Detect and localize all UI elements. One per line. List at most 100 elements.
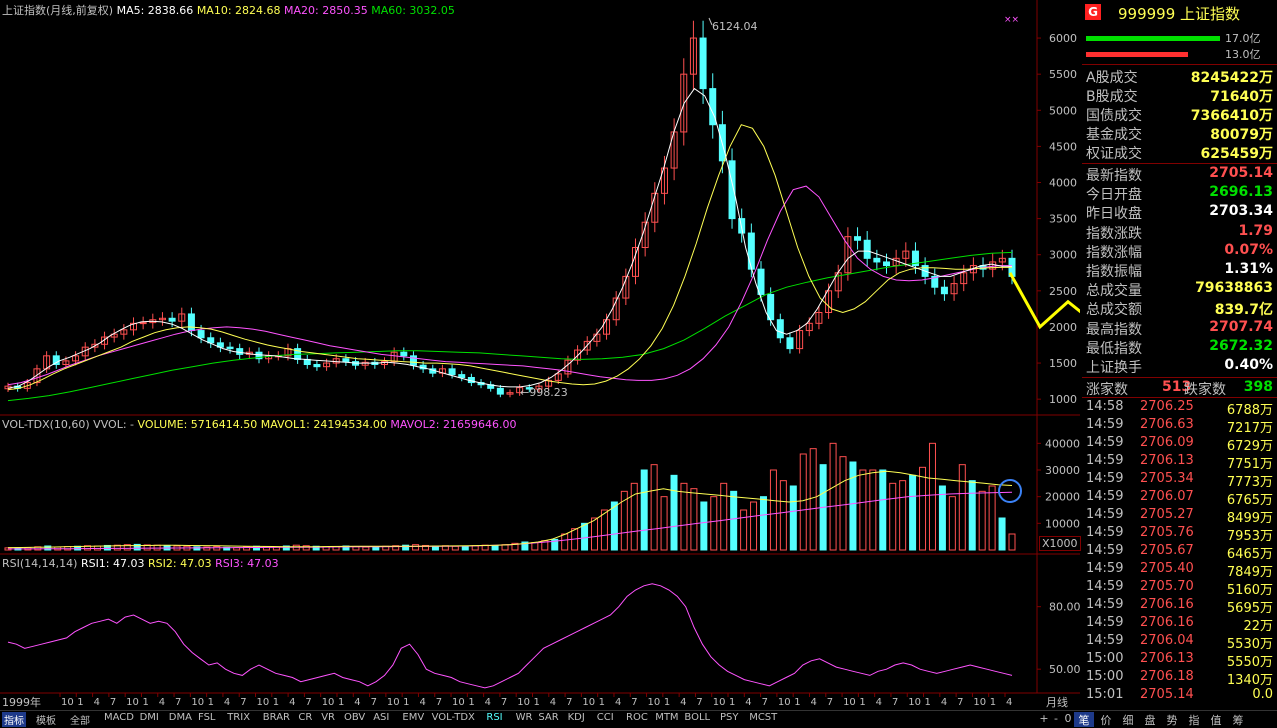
candle-body[interactable] <box>187 313 195 332</box>
panel-tab-2[interactable]: 0 <box>1062 712 1074 727</box>
indicator-tab-emv[interactable]: EMV <box>402 712 424 727</box>
volume-bar[interactable] <box>928 442 936 551</box>
stock-logo-icon[interactable]: G <box>1085 4 1101 20</box>
indicator-tab-fsl[interactable]: FSL <box>198 712 216 727</box>
indicator-tab-macd[interactable]: MACD <box>104 712 134 727</box>
candle-body[interactable] <box>863 239 871 259</box>
tick-row[interactable]: 15:01 2705.14 0.0 <box>1082 687 1277 705</box>
tick-row[interactable]: 14:59 2705.70 5160万 <box>1082 579 1277 598</box>
volume-bar[interactable] <box>988 485 996 551</box>
volume-bar[interactable] <box>660 496 668 551</box>
tick-row[interactable]: 14:59 2706.07 6765万 <box>1082 489 1277 508</box>
tick-row[interactable]: 15:00 2706.18 1340万 <box>1082 669 1277 688</box>
candle-body[interactable] <box>139 322 147 325</box>
volume-bar[interactable] <box>859 469 867 551</box>
volume-bar[interactable] <box>700 501 708 551</box>
candle-body[interactable] <box>940 286 948 295</box>
indicator-tab-cci[interactable]: CCI <box>597 712 614 727</box>
panel-tab-5[interactable]: 细 <box>1118 712 1138 727</box>
volume-bar[interactable] <box>938 485 946 551</box>
volume-bar[interactable] <box>581 522 589 551</box>
indicator-tab-rsi[interactable]: RSI <box>486 712 502 727</box>
volume-bar[interactable] <box>710 496 718 551</box>
indicator-tab-vol-tdx[interactable]: VOL-TDX <box>432 712 475 727</box>
candle-body[interactable] <box>883 261 890 267</box>
volume-bar[interactable] <box>740 509 748 551</box>
volume-bar[interactable] <box>720 482 728 551</box>
indicator-tab-boll[interactable]: BOLL <box>684 712 710 727</box>
tick-row[interactable]: 14:59 2705.40 7849万 <box>1082 561 1277 580</box>
volume-bar[interactable] <box>461 546 469 551</box>
panel-tab-7[interactable]: 势 <box>1162 712 1182 727</box>
tick-row[interactable]: 14:59 2706.16 22万 <box>1082 615 1277 634</box>
candle-body[interactable] <box>854 236 862 241</box>
volume-bar[interactable] <box>779 480 787 551</box>
volume-bar[interactable] <box>690 488 698 551</box>
panel-tab-8[interactable]: 指 <box>1184 712 1204 727</box>
indicator-tab-指标[interactable]: 指标 <box>2 712 26 727</box>
indicator-tab-模板[interactable]: 模板 <box>36 712 56 727</box>
candle-body[interactable] <box>197 330 205 339</box>
volume-bar[interactable] <box>978 490 986 551</box>
candle-body[interactable] <box>709 88 717 126</box>
panel-tab-6[interactable]: 盘 <box>1140 712 1160 727</box>
panel-tab-0[interactable]: + <box>1038 712 1050 727</box>
indicator-tab-dmi[interactable]: DMI <box>140 712 159 727</box>
volume-bar[interactable] <box>1008 533 1016 551</box>
indicator-tab-wr[interactable]: WR <box>516 712 533 727</box>
indicator-tab-kdj[interactable]: KDJ <box>568 712 585 727</box>
indicator-tab-mcst[interactable]: MCST <box>749 712 777 727</box>
volume-bar[interactable] <box>948 496 956 551</box>
tick-row[interactable]: 14:59 2706.13 7751万 <box>1082 453 1277 472</box>
tick-row[interactable]: 14:59 2705.34 7773万 <box>1082 471 1277 490</box>
panel-tab-9[interactable]: 值 <box>1206 712 1226 727</box>
volume-bar[interactable] <box>750 501 758 551</box>
indicator-tab-vr[interactable]: VR <box>321 712 335 727</box>
indicator-tab-psy[interactable]: PSY <box>720 712 739 727</box>
candle-body[interactable] <box>236 348 244 355</box>
volume-bar[interactable] <box>799 453 807 551</box>
volume-bar[interactable] <box>769 469 777 551</box>
volume-bar[interactable] <box>849 461 857 551</box>
volume-bar[interactable] <box>590 517 598 551</box>
panel-tab-4[interactable]: 价 <box>1096 712 1116 727</box>
indicator-tab-全部[interactable]: 全部 <box>70 712 90 727</box>
volume-bar[interactable] <box>650 464 658 551</box>
candle-body[interactable] <box>873 257 881 263</box>
volume-bar[interactable] <box>362 546 370 551</box>
volume-bar[interactable] <box>899 480 907 551</box>
indicator-tab-cr[interactable]: CR <box>298 712 312 727</box>
tick-row[interactable]: 14:59 2706.04 5530万 <box>1082 633 1277 652</box>
volume-bar[interactable] <box>869 469 877 551</box>
candle-body[interactable] <box>226 346 234 350</box>
indicator-tab-brar[interactable]: BRAR <box>263 712 290 727</box>
volume-bar[interactable] <box>670 474 678 551</box>
tick-row[interactable]: 14:59 2706.16 5695万 <box>1082 597 1277 616</box>
chart-svg[interactable]: 6000 5500 5000 4500 4000 3500 3000 2500 2000 1500… <box>0 0 1096 710</box>
candle-body[interactable] <box>409 355 417 366</box>
volume-bar[interactable] <box>640 469 648 551</box>
candle-body[interactable] <box>342 358 350 363</box>
volume-bar[interactable] <box>610 501 618 551</box>
volume-bar[interactable] <box>730 490 738 551</box>
tick-row[interactable]: 14:59 2706.09 6729万 <box>1082 435 1277 454</box>
candle-body[interactable] <box>400 351 408 357</box>
volume-bar[interactable] <box>958 464 966 551</box>
volume-bar[interactable] <box>879 469 887 551</box>
candle-body[interactable] <box>747 232 755 270</box>
volume-bar[interactable] <box>809 448 817 551</box>
candle-body[interactable] <box>776 319 784 339</box>
volume-bar[interactable] <box>909 474 917 551</box>
volume-bar[interactable] <box>998 517 1006 551</box>
volume-bar[interactable] <box>829 442 837 551</box>
indicator-tab-mtm[interactable]: MTM <box>655 712 678 727</box>
indicator-tab-asi[interactable]: ASI <box>373 712 389 727</box>
candle-body[interactable] <box>699 37 707 90</box>
volume-bar[interactable] <box>759 496 767 551</box>
indicator-tab-dma[interactable]: DMA <box>169 712 192 727</box>
volume-bar[interactable] <box>600 509 608 551</box>
candle-body[interactable] <box>458 374 466 379</box>
volume-bar[interactable] <box>680 482 688 551</box>
volume-bar[interactable] <box>213 546 221 551</box>
candle-body[interactable] <box>786 337 794 350</box>
